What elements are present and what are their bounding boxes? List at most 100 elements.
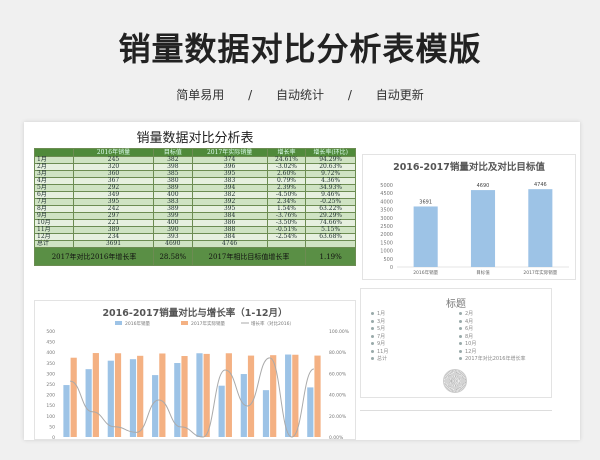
- legend-label: 2017年对比2016年增长率: [465, 356, 526, 362]
- table-row: 8月 242 389 395 1.54% 63.22%: [34, 205, 356, 213]
- y-tick-label: 4500: [380, 191, 393, 197]
- legend-label: 7月: [377, 333, 386, 340]
- legend-label: 总计: [377, 356, 388, 362]
- legend-dot: [371, 319, 374, 323]
- y2-tick-label: 80.00%: [329, 350, 347, 356]
- legend-label: 9月: [377, 341, 386, 347]
- table-row: 11月 389 390 388 -0.51% 5.15%: [34, 226, 356, 234]
- legend-item: 7月: [371, 334, 459, 342]
- legend-dot: [459, 357, 462, 360]
- table-cell: 总计: [34, 240, 74, 248]
- bar: [159, 353, 166, 437]
- summary-row: 2017年对比2016年增长率 28.58% 2017年相比目标值增长率 1.19%: [33, 247, 356, 266]
- legend-label: 1月: [377, 311, 386, 317]
- legend-item: 12月: [459, 349, 547, 357]
- bar: [70, 357, 77, 437]
- x-tick-label: 2017年实际销量: [523, 269, 557, 276]
- legend-dot: [371, 357, 374, 360]
- table-row: 4月 367 380 383 0.79% 4.36%: [34, 177, 356, 185]
- x-tick-label: 2016年销量: [413, 269, 438, 276]
- y-tick-label: 450: [46, 340, 55, 346]
- empty-chart-area: [360, 410, 552, 440]
- bar: [203, 353, 210, 437]
- table-row: 5月 292 389 394 2.39% 34.93%: [34, 184, 356, 192]
- monthly-combo-chart: 2016年销量 2017年实际销量 增长率（对比2016） 0 50 100 150 200 2…: [46, 320, 349, 440]
- feature-auto-stat: 自动统计: [275, 88, 324, 102]
- legend-item: 9月: [371, 341, 459, 349]
- separator: /: [248, 88, 253, 102]
- legend-item: 10月: [459, 341, 547, 349]
- x-tick-label: 目标值: [476, 269, 490, 276]
- bar: [129, 359, 137, 437]
- legend-swatch: [115, 321, 122, 325]
- table-cell: [266, 240, 307, 248]
- bar: [114, 353, 122, 437]
- y-tick-label: 50: [49, 424, 55, 430]
- table-title: 销量数据对比分析表: [136, 131, 254, 146]
- y-tick-label: 2000: [380, 232, 393, 238]
- hero-title: 销量数据对比分析表模版: [118, 30, 482, 68]
- pie-title: 标题: [446, 299, 466, 310]
- bar: [225, 353, 232, 437]
- table-row: 总计 3691 4690 4746: [34, 240, 356, 248]
- legend-label: 3月: [377, 318, 386, 325]
- y-tick-label: 400: [46, 350, 55, 356]
- legend-dot: [371, 334, 374, 338]
- legend-dot: [459, 312, 462, 315]
- table-row: 7月 395 383 392 2.34% -0.25%: [34, 198, 356, 206]
- legend-label: 8月: [465, 333, 474, 340]
- bar: [196, 353, 203, 437]
- legend-item: 2017年对比2016年增长率: [459, 356, 547, 364]
- legend-label: 5月: [377, 326, 386, 332]
- chart-title: 2016-2017销量对比及对比目标值: [393, 162, 545, 173]
- legend-label: 11月: [377, 348, 389, 355]
- y-tick-label: 150: [46, 403, 55, 409]
- y-tick-label: 1500: [380, 240, 393, 246]
- legend-dot: [371, 312, 374, 315]
- data-label: 3691: [419, 199, 432, 205]
- legend-dot: [371, 349, 374, 353]
- bar: [152, 375, 159, 437]
- legend-dot: [459, 327, 462, 330]
- bar: [63, 385, 70, 437]
- data-label: 4746: [534, 182, 547, 188]
- bar: [137, 355, 144, 437]
- y2-tick-label: 40.00%: [329, 393, 347, 399]
- bar: [413, 206, 438, 267]
- bar: [85, 369, 92, 437]
- legend-swatch: [181, 321, 188, 325]
- feature-list: 简单易用 / 自动统计 / 自动更新: [0, 86, 600, 103]
- legend-item: 6月: [459, 326, 547, 334]
- table-row: 12月 234 393 384 -2.54% 63.68%: [34, 233, 356, 241]
- y-tick-label: 3000: [380, 216, 393, 222]
- y-tick-label: 250: [46, 382, 55, 388]
- data-label: 4690: [477, 183, 490, 189]
- legend-item: 11月: [371, 349, 459, 357]
- legend-item: 2月: [459, 311, 547, 319]
- y-tick-label: 200: [46, 393, 55, 399]
- legend-label: 2017年实际销量: [191, 320, 225, 327]
- total-bar-chart: 0 500 1000 1500 2000 2500 3000 3500 4000 4500 5000…: [380, 182, 569, 276]
- bar: [247, 355, 255, 437]
- legend-dot: [459, 319, 462, 323]
- sales-table: 2016年销量 目标值 2017年实际销量 增长率 增长率(环比) 1月 245 382 37…: [33, 148, 356, 266]
- table-row: 3月 360 385 395 2.60% 9.72%: [34, 170, 356, 178]
- legend-item: 8月: [459, 334, 547, 342]
- total-comparison-chart: 2016-2017销量对比及对比目标值 0 500 1000 1500 2000 2500…: [362, 154, 576, 280]
- table-row: 10月 221 400 386 -3.50% 74.66%: [34, 219, 356, 227]
- legend-label: 2月: [465, 311, 474, 317]
- legend-label: 4月: [465, 318, 474, 325]
- bar: [307, 387, 314, 437]
- bar: [181, 356, 188, 437]
- pie-chart-panel: 标题 1月 2月 3月 4月 5月 6月 7月 8月 9月 10月 11月 12月总计 2017年对比2…: [360, 288, 552, 398]
- chart-title: 2016-2017销量对比与增长率（1-12月）: [102, 308, 288, 319]
- bar: [292, 354, 299, 437]
- bar: [218, 385, 225, 437]
- legend-item: 4月: [459, 319, 547, 327]
- legend-dot: [371, 342, 374, 345]
- sales-table-panel: 销量数据对比分析表 2016年销量 目标值 2017年实际销量 增长率 增长率(环比) …: [33, 130, 356, 266]
- table-cell: [305, 240, 356, 248]
- legend-dot: [459, 334, 462, 338]
- y-tick-label: 350: [46, 361, 55, 367]
- y-tick-label: 2500: [380, 224, 393, 230]
